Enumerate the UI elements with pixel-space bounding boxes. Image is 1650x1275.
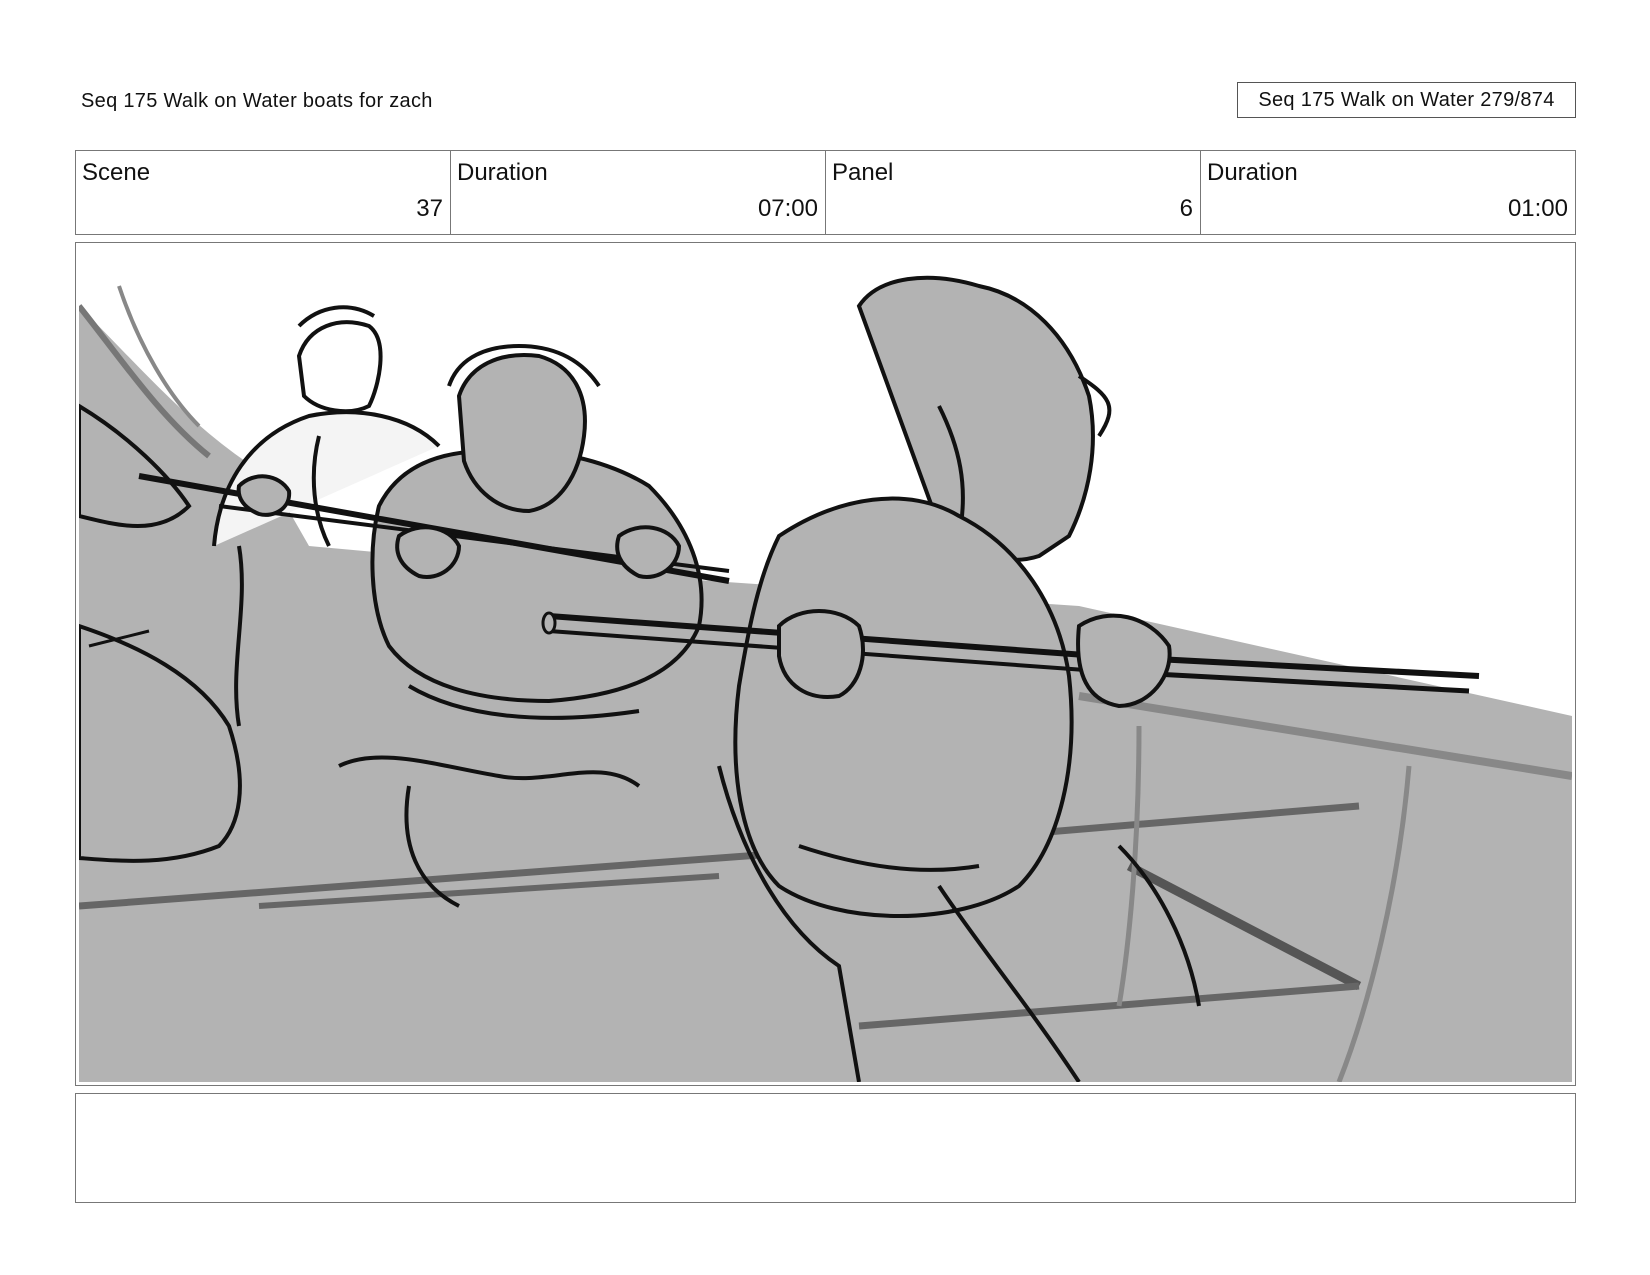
panel-value: 6 [1179,195,1193,222]
scene-value: 37 [416,195,443,222]
scene-cell: Scene 37 [76,151,451,234]
panel-notes-box [75,1093,1576,1203]
scene-duration-label: Duration [457,159,548,186]
storyboard-panel [75,242,1576,1086]
panel-cell: Panel 6 [826,151,1201,234]
panel-duration-label: Duration [1207,159,1298,186]
page-indicator: Seq 175 Walk on Water 279/874 [1237,82,1576,118]
scene-label: Scene [82,159,151,186]
panel-duration-value: 01:00 [1507,195,1568,222]
scene-duration-cell: Duration 07:00 [451,151,826,234]
panel-duration-cell: Duration 01:00 [1201,151,1575,234]
project-title: Seq 175 Walk on Water boats for zach [81,90,433,112]
scene-duration-value: 07:00 [757,195,818,222]
panel-label: Panel [832,159,894,186]
storyboard-sketch [79,275,1572,1082]
panel-info-row: Scene 37 Duration 07:00 Panel 6 Duration… [75,150,1576,235]
